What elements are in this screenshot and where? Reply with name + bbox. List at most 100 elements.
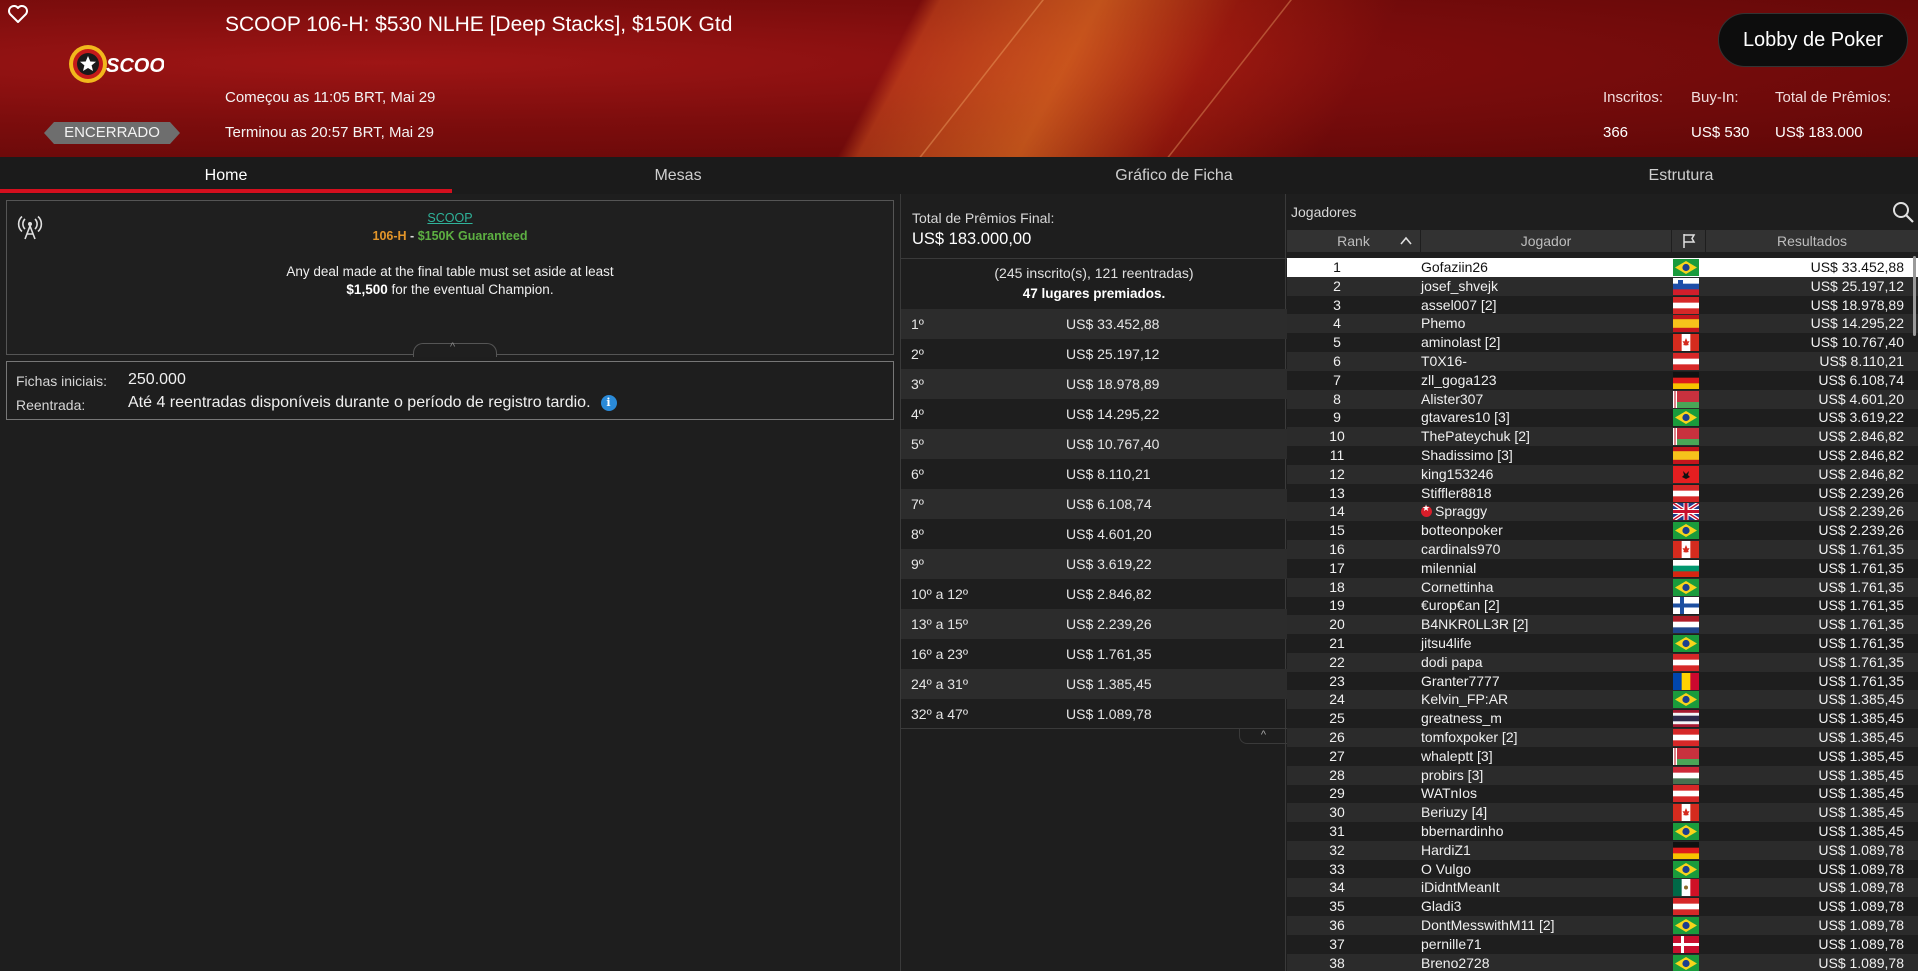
player-name-text: botteonpoker — [1421, 522, 1503, 539]
player-row[interactable]: 8 Alister307 US$ 4.601,20 — [1287, 389, 1918, 409]
scoop-series-link[interactable]: SCOOP — [7, 211, 893, 225]
country-flag-icon — [1673, 559, 1699, 577]
results-column-header[interactable]: Resultados — [1706, 230, 1918, 252]
logo-text: SCOOP — [106, 55, 164, 77]
payout-place: 10º a 12º — [911, 586, 968, 602]
player-name: Alister307 — [1421, 391, 1483, 407]
player-name: probirs [3] — [1421, 767, 1483, 783]
player-rank: 14 — [1329, 503, 1345, 520]
player-name: Breno2728 — [1421, 955, 1490, 971]
player-row[interactable]: 5 aminolast [2] US$ 10.767,40 — [1287, 333, 1918, 352]
player-name-text: Breno2728 — [1421, 954, 1490, 971]
country-flag-icon — [1673, 898, 1699, 916]
players-title: Jogadores — [1291, 204, 1357, 220]
player-row[interactable]: 27 whaleptt [3] US$ 1.385,45 — [1287, 747, 1918, 766]
player-result: US$ 1.761,35 — [1818, 672, 1904, 689]
country-flag-icon — [1673, 766, 1699, 784]
players-scrollbar[interactable] — [1913, 256, 1916, 336]
poker-lobby-button[interactable]: Lobby de Poker — [1718, 13, 1908, 67]
player-row[interactable]: 19 €urop€an [2] US$ 1.761,35 — [1287, 596, 1918, 615]
tab-chip-chart[interactable]: Gráfico de Ficha — [904, 157, 1444, 194]
player-rank: 16 — [1329, 541, 1345, 557]
player-row[interactable]: 4 Phemo US$ 14.295,22 — [1287, 314, 1918, 334]
player-name-text: pernille71 — [1421, 935, 1482, 952]
player-row[interactable]: 35 Gladi3 US$ 1.089,78 — [1287, 897, 1918, 916]
player-rank: 26 — [1329, 729, 1345, 745]
sort-ascending-icon — [1400, 236, 1412, 245]
country-flag-icon — [1673, 804, 1699, 822]
player-row[interactable]: 22 dodi papa US$ 1.761,35 — [1287, 652, 1918, 672]
player-row[interactable]: 11 Shadissimo [3] US$ 2.846,82 — [1287, 446, 1918, 465]
player-name-text: B4NKR0LL3R [2] — [1421, 616, 1529, 633]
player-rank: 31 — [1329, 823, 1345, 839]
payout-place: 6º — [911, 466, 924, 482]
player-row[interactable]: 24 Kelvin_FP:AR US$ 1.385,45 — [1287, 690, 1918, 710]
payout-row: 3º US$ 18.978,89 — [901, 369, 1287, 399]
player-row[interactable]: 25 greatness_m US$ 1.385,45 — [1287, 709, 1918, 728]
player-row[interactable]: 31 bbernardinho US$ 1.385,45 — [1287, 822, 1918, 841]
player-row[interactable]: 15 botteonpoker US$ 2.239,26 — [1287, 521, 1918, 540]
player-rank: 37 — [1329, 935, 1345, 952]
player-name: Granter7777 — [1421, 673, 1500, 689]
player-name: tomfoxpoker [2] — [1421, 729, 1518, 745]
info-icon[interactable]: i — [600, 395, 617, 411]
player-column-header[interactable]: Jogador — [1421, 230, 1671, 252]
player-rank: 27 — [1329, 747, 1345, 764]
player-row[interactable]: 29 WATnIos US$ 1.385,45 — [1287, 784, 1918, 803]
player-result: US$ 2.846,82 — [1818, 465, 1904, 482]
country-flag-icon — [1673, 371, 1699, 389]
country-column-header[interactable] — [1672, 230, 1705, 252]
player-row[interactable]: 14 Spraggy US$ 2.239,26 — [1287, 502, 1918, 522]
player-row[interactable]: 26 tomfoxpoker [2] US$ 1.385,45 — [1287, 728, 1918, 747]
player-rank: 25 — [1329, 710, 1345, 727]
player-row[interactable]: 30 Beriuzy [4] US$ 1.385,45 — [1287, 803, 1918, 823]
search-icon[interactable] — [1891, 200, 1915, 224]
player-row[interactable]: 33 O Vulgo US$ 1.089,78 — [1287, 860, 1918, 879]
player-row[interactable]: 2 josef_shvejk US$ 25.197,12 — [1287, 276, 1918, 296]
country-flag-icon — [1673, 315, 1699, 333]
player-row[interactable]: 17 milennial US$ 1.761,35 — [1287, 559, 1918, 578]
tab-tables[interactable]: Mesas — [452, 157, 904, 194]
rank-column-header[interactable]: Rank — [1287, 230, 1420, 252]
player-name: botteonpoker — [1421, 522, 1503, 538]
deal-amount: $1,500 — [346, 282, 388, 297]
player-row[interactable]: 28 probirs [3] US$ 1.385,45 — [1287, 765, 1918, 785]
player-row[interactable]: 1 Gofaziin26 US$ 33.452,88 — [1287, 258, 1918, 277]
country-flag-icon — [1673, 860, 1699, 878]
payout-amount: US$ 1.089,78 — [1066, 706, 1152, 722]
player-row[interactable]: 23 Granter7777 US$ 1.761,35 — [1287, 672, 1918, 691]
player-row[interactable]: 38 Breno2728 US$ 1.089,78 — [1287, 953, 1918, 971]
player-row[interactable]: 10 ThePateychuk [2] US$ 2.846,82 — [1287, 427, 1918, 447]
player-row[interactable]: 20 B4NKR0LL3R [2] US$ 1.761,35 — [1287, 615, 1918, 635]
player-row[interactable]: 16 cardinals970 US$ 1.761,35 — [1287, 540, 1918, 559]
player-row[interactable]: 37 pernille71 US$ 1.089,78 — [1287, 935, 1918, 954]
pokerstars-pro-icon — [1421, 503, 1432, 518]
player-name: milennial — [1421, 560, 1476, 576]
player-name: O Vulgo — [1421, 861, 1471, 877]
player-name-text: iDidntMeanIt — [1421, 879, 1500, 896]
player-row[interactable]: 7 zll_goga123 US$ 6.108,74 — [1287, 371, 1918, 390]
player-row[interactable]: 13 Stiffler8818 US$ 2.239,26 — [1287, 484, 1918, 503]
player-row[interactable]: 34 iDidntMeanIt US$ 1.089,78 — [1287, 878, 1918, 898]
player-row[interactable]: 9 gtavares10 [3] US$ 3.619,22 — [1287, 408, 1918, 427]
player-row[interactable]: 18 Cornettinha US$ 1.761,35 — [1287, 577, 1918, 597]
country-flag-icon — [1673, 277, 1699, 295]
payout-place: 3º — [911, 376, 924, 392]
tab-structure[interactable]: Estrutura — [1444, 157, 1918, 194]
entrants-label: Inscritos: — [1603, 89, 1664, 106]
player-rank: 2 — [1333, 277, 1341, 294]
player-row[interactable]: 36 DontMesswithM11 [2] US$ 1.089,78 — [1287, 916, 1918, 935]
player-row[interactable]: 12 king153246 US$ 2.846,82 — [1287, 464, 1918, 484]
player-result: US$ 1.385,45 — [1818, 747, 1904, 764]
heart-icon[interactable] — [6, 2, 30, 26]
payout-amount: US$ 1.385,45 — [1066, 676, 1152, 692]
player-row[interactable]: 3 assel007 [2] US$ 18.978,89 — [1287, 296, 1918, 315]
player-row[interactable]: 21 jitsu4life US$ 1.761,35 — [1287, 634, 1918, 653]
collapse-info-button[interactable]: ^ — [413, 341, 497, 357]
collapse-payouts-button[interactable]: ^ — [1239, 728, 1287, 744]
player-row[interactable]: 6 T0X16- US$ 8.110,21 — [1287, 352, 1918, 371]
player-rank: 33 — [1329, 860, 1345, 877]
player-row[interactable]: 32 HardiZ1 US$ 1.089,78 — [1287, 840, 1918, 860]
payout-amount: US$ 18.978,89 — [1066, 376, 1160, 392]
player-rank: 5 — [1333, 334, 1341, 351]
